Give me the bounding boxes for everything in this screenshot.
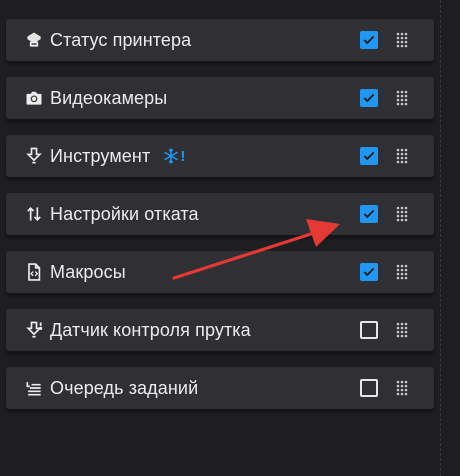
visibility-checkbox[interactable]	[360, 321, 378, 339]
visibility-checkbox[interactable]	[360, 89, 378, 107]
drag-handle-icon[interactable]	[395, 148, 409, 164]
panel-list: Статус принтера Видеокамеры Инструмент !…	[6, 19, 434, 425]
warning-mark: !	[180, 147, 186, 165]
panel-row-filament-sensor: Датчик контроля прутка	[6, 309, 434, 351]
visibility-checkbox[interactable]	[360, 205, 378, 223]
visibility-checkbox[interactable]	[360, 379, 378, 397]
visibility-checkbox[interactable]	[360, 263, 378, 281]
printer-icon	[23, 29, 45, 51]
drag-handle-icon[interactable]	[395, 90, 409, 106]
drag-handle-icon[interactable]	[395, 264, 409, 280]
panel-label: Датчик контроля прутка	[50, 319, 251, 340]
panel-row-job-queue: Очередь заданий	[6, 367, 434, 409]
panel-row-webcams: Видеокамеры	[6, 77, 434, 119]
panel-label: Настройки отката	[50, 203, 199, 224]
panel-label: Видеокамеры	[50, 87, 168, 108]
swap-vertical-icon	[23, 203, 45, 225]
panel-label: Инструмент	[50, 145, 151, 166]
camera-icon	[23, 87, 45, 109]
queue-list-icon	[23, 377, 45, 399]
drag-handle-icon[interactable]	[395, 322, 409, 338]
drag-handle-icon[interactable]	[395, 206, 409, 222]
scroll-area-edge	[440, 0, 442, 476]
snowflake-warning-icon	[164, 148, 179, 164]
drag-handle-icon[interactable]	[395, 380, 409, 396]
filament-sensor-icon	[23, 319, 45, 341]
panel-row-retraction-settings: Настройки отката	[6, 193, 434, 235]
panel-label: Макросы	[50, 261, 126, 282]
visibility-checkbox[interactable]	[360, 31, 378, 49]
drag-handle-icon[interactable]	[395, 32, 409, 48]
code-file-icon	[23, 261, 45, 283]
panel-row-tool: Инструмент !	[6, 135, 434, 177]
panel-label: Статус принтера	[50, 29, 192, 50]
panel-row-printer-status: Статус принтера	[6, 19, 434, 61]
panel-label: Очередь заданий	[50, 377, 199, 398]
tool-download-icon	[23, 145, 45, 167]
panel-settings-screen: Статус принтера Видеокамеры Инструмент !…	[0, 0, 460, 476]
visibility-checkbox[interactable]	[360, 147, 378, 165]
panel-row-macros: Макросы	[6, 251, 434, 293]
tool-warning-badge: !	[162, 147, 185, 165]
